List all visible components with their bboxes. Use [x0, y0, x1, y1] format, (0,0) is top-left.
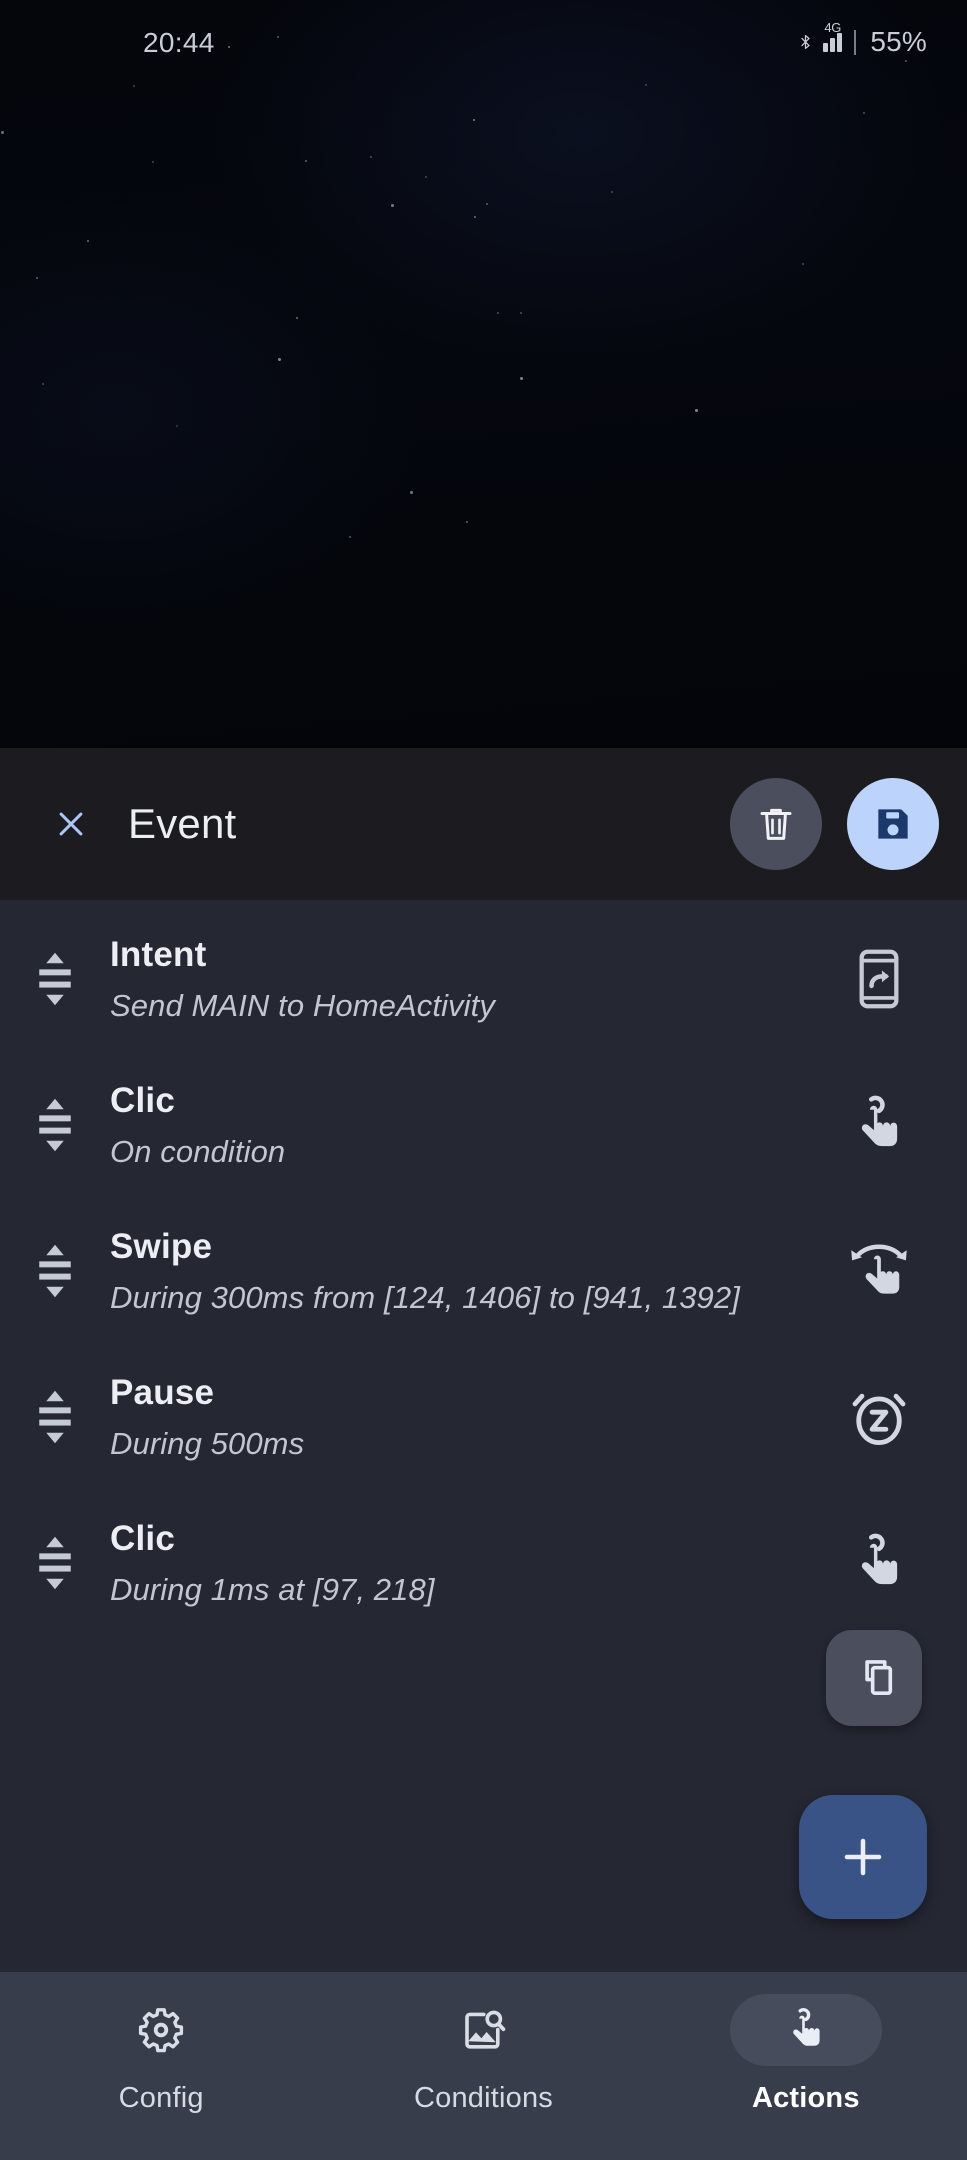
- action-type-icon-wrap: [831, 1093, 927, 1157]
- tap-hand-icon: [861, 1095, 898, 1147]
- action-row-text: Clic On condition: [110, 1081, 831, 1170]
- status-bar-right-group: 4G 55%: [797, 20, 927, 58]
- network-type-label: 4G: [824, 19, 842, 35]
- bluetooth-icon: [801, 34, 811, 50]
- action-subtitle: Send MAIN to HomeActivity: [110, 987, 495, 1023]
- action-subtitle: During 300ms from [124, 1406] to [941, 1…: [110, 1279, 740, 1315]
- action-list: Intent Send MAIN to HomeActivity Clic On…: [0, 900, 967, 1636]
- action-type-icon-wrap: [831, 1385, 927, 1449]
- action-row[interactable]: Clic During 1ms at [97, 218]: [0, 1490, 967, 1636]
- signal-bar-1: [823, 42, 829, 52]
- drag-handle-icon: [39, 1098, 71, 1152]
- status-divider: [854, 29, 857, 55]
- action-title: Clic: [110, 1080, 175, 1120]
- swipe-hand-icon: [851, 1244, 907, 1294]
- action-type-icon-wrap: [831, 1239, 927, 1303]
- bottom-navigation: Config Conditions Actions: [0, 1972, 967, 2160]
- drag-handle-icon: [39, 952, 71, 1006]
- delete-button[interactable]: [730, 778, 822, 870]
- drag-handle[interactable]: [0, 1386, 110, 1448]
- alarm-snooze-icon: [852, 1393, 906, 1445]
- drag-handle[interactable]: [0, 1094, 110, 1156]
- drag-handle[interactable]: [0, 1532, 110, 1594]
- nav-pill-config: [85, 1994, 237, 2066]
- save-button[interactable]: [847, 778, 939, 870]
- action-row[interactable]: Swipe During 300ms from [124, 1406] to […: [0, 1198, 967, 1344]
- status-bar-time: 20:44: [143, 27, 215, 58]
- action-row-text: Clic During 1ms at [97, 218]: [110, 1519, 831, 1608]
- nav-label-conditions: Conditions: [413, 2082, 553, 2114]
- tap-hand-icon: [861, 1533, 898, 1585]
- nav-item-actions[interactable]: Actions: [645, 1972, 967, 2160]
- action-row[interactable]: Pause During 500ms: [0, 1344, 967, 1490]
- nav-pill-conditions: [407, 1994, 559, 2066]
- drag-handle-icon: [39, 1390, 71, 1444]
- network-indicator: 4G: [823, 20, 843, 52]
- trash-icon: [760, 808, 792, 840]
- battery-percentage: 55%: [870, 26, 927, 57]
- action-subtitle: On condition: [110, 1133, 286, 1169]
- drag-handle-icon: [39, 1244, 71, 1298]
- page-title: Event: [128, 800, 237, 847]
- nav-pill-actions: [729, 1994, 882, 2066]
- action-row[interactable]: Intent Send MAIN to HomeActivity: [0, 906, 967, 1052]
- image-search-icon: [465, 2010, 506, 2049]
- drag-handle-icon: [39, 1536, 71, 1590]
- action-title: Intent: [110, 934, 207, 974]
- action-title: Pause: [110, 1372, 215, 1412]
- nav-label-actions: Actions: [751, 2082, 860, 2114]
- action-title: Swipe: [110, 1226, 213, 1266]
- phone-share-icon: [859, 949, 899, 1009]
- action-subtitle: During 500ms: [110, 1425, 305, 1461]
- action-row-text: Swipe During 300ms from [124, 1406] to […: [110, 1227, 831, 1316]
- save-floppy-icon: [878, 809, 908, 839]
- action-type-icon-wrap: [831, 1531, 927, 1595]
- add-action-button[interactable]: [799, 1795, 927, 1919]
- action-title: Clic: [110, 1518, 175, 1558]
- close-icon: [59, 812, 83, 836]
- copy-icon: [865, 1660, 893, 1695]
- phone-screen: 20:44 4G 55% Event Intent Send MAIN to H…: [0, 0, 967, 2160]
- nav-item-conditions[interactable]: Conditions: [322, 1972, 644, 2160]
- nav-label-config: Config: [118, 2082, 204, 2114]
- close-button[interactable]: [40, 793, 102, 855]
- header-actions: [730, 778, 939, 870]
- gear-icon: [139, 2008, 184, 2053]
- action-row-text: Pause During 500ms: [110, 1373, 831, 1462]
- action-row-text: Intent Send MAIN to HomeActivity: [110, 935, 831, 1024]
- event-panel: Event Intent Send MAIN to HomeActivity C…: [0, 748, 967, 1972]
- action-row[interactable]: Clic On condition: [0, 1052, 967, 1198]
- nav-item-config[interactable]: Config: [0, 1972, 322, 2160]
- signal-bar-2: [830, 37, 836, 52]
- drag-handle[interactable]: [0, 1240, 110, 1302]
- plus-icon: [844, 1838, 882, 1876]
- wallpaper-starfield: [0, 0, 967, 748]
- status-bar: 20:44 4G 55%: [0, 0, 967, 80]
- signal-bar-3: [837, 32, 843, 52]
- drag-handle[interactable]: [0, 948, 110, 1010]
- panel-header: Event: [0, 748, 967, 900]
- copy-button[interactable]: [826, 1630, 922, 1726]
- action-type-icon-wrap: [831, 947, 927, 1011]
- action-subtitle: During 1ms at [97, 218]: [110, 1571, 435, 1607]
- tap-hand-icon: [792, 2008, 820, 2046]
